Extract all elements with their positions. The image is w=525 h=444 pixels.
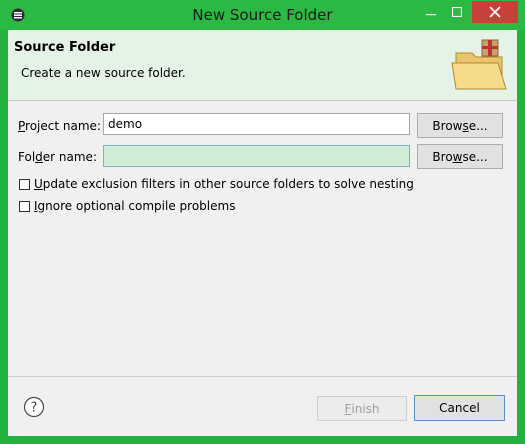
project-browse-prefix: Brow [432,118,463,133]
project-name-label-mnemonic: P [18,119,26,133]
project-name-label-rest: roject name: [25,119,101,133]
folder-name-label-mnemonic: d [35,150,43,164]
folder-name-input[interactable] [103,145,410,167]
folder-with-package-icon [451,39,507,90]
dialog-window: New Source Folder Source Folder Create a… [0,0,525,444]
help-icon[interactable]: ? [23,396,45,418]
update-exclusion-checkbox[interactable] [19,179,30,190]
title-bar[interactable]: New Source Folder [0,0,525,30]
folder-name-label-prefix: Fol [18,150,36,164]
footer-separator [8,376,517,377]
ignore-optional-label[interactable]: Ignore optional compile problems [34,199,235,213]
update-exclusion-mnemonic: U [34,177,43,191]
ignore-optional-rest: gnore optional compile problems [37,199,236,213]
update-exclusion-label[interactable]: Update exclusion filters in other source… [34,177,414,191]
folder-browse-button[interactable]: Bro w se... [417,144,503,169]
folder-name-label-rest: er name: [42,150,97,164]
update-exclusion-rest: pdate exclusion filters in other source … [42,177,414,191]
folder-browse-rest: se... [462,149,488,164]
svg-text:?: ? [31,401,38,416]
minimize-button[interactable] [418,1,444,23]
folder-name-label: Folder name: [18,150,97,164]
banner-description: Create a new source folder. [21,66,186,80]
dialog-body: Source Folder Create a new source folder… [8,30,517,436]
ignore-optional-checkbox[interactable] [19,201,30,212]
project-name-label: Project name: [18,119,101,133]
project-browse-button[interactable]: Brow s e... [417,113,503,138]
maximize-button[interactable] [444,1,470,23]
folder-browse-prefix: Bro [432,149,453,164]
cancel-button[interactable]: Cancel [414,395,505,421]
project-browse-rest: e... [468,118,488,133]
banner-title: Source Folder [14,40,116,55]
finish-mnemonic: F [344,401,352,416]
close-icon [489,6,501,18]
finish-rest: inish [351,401,380,416]
maximize-icon [452,7,462,17]
header-banner: Source Folder Create a new source folder… [8,30,517,101]
minimize-icon [426,14,436,16]
finish-button[interactable]: Finish [317,396,407,421]
project-name-input[interactable] [103,113,410,135]
close-button[interactable] [472,1,518,23]
folder-browse-mnemonic: w [452,149,463,164]
